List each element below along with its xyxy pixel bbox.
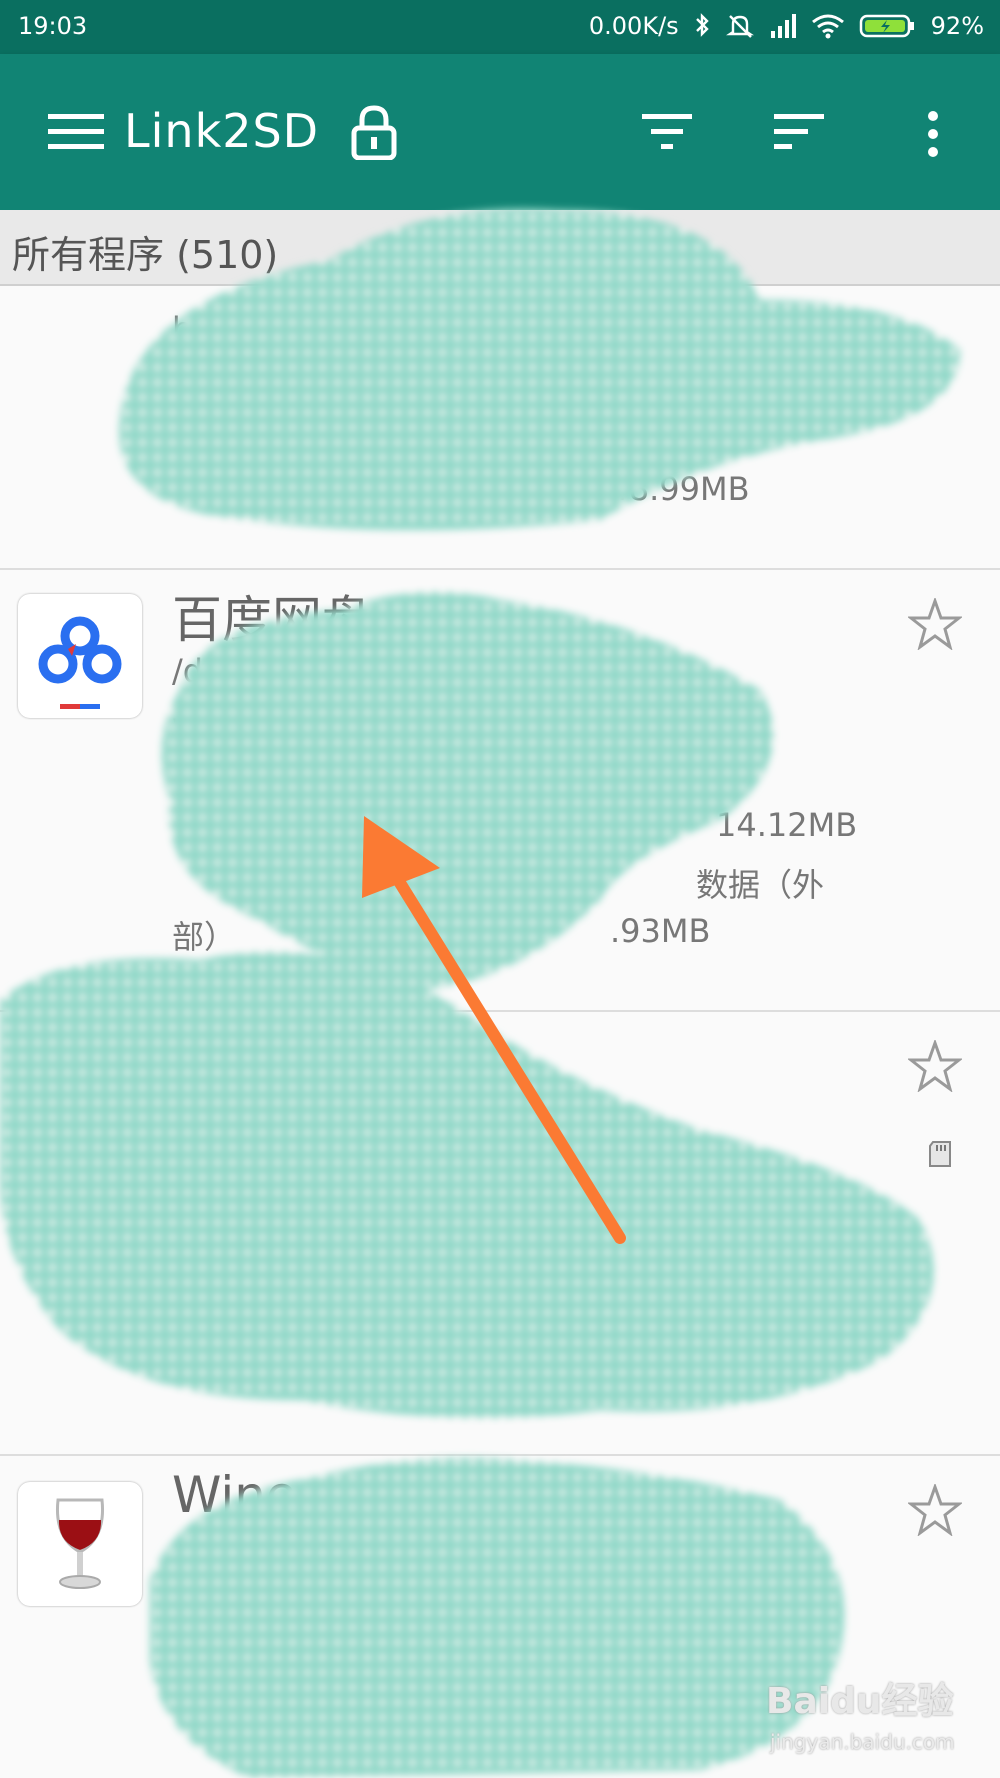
battery-percent: 92% [930,12,984,40]
wifi-icon [811,14,844,39]
app-name: 百度网盘 [172,591,372,649]
watermark-url: jingyan.baidu.com [770,1730,955,1754]
battery-icon [859,14,914,38]
bluetooth-icon [695,13,709,37]
status-bar: 19:03 0.00K/s 92% [0,0,1000,54]
item-size: 148.99MB [588,470,750,508]
item-path: /data/ [172,652,266,690]
app-name: Wine [172,1466,297,1524]
section-header: 所有程序 (510) [0,210,1000,286]
status-time: 19:03 [18,12,88,40]
menu-icon[interactable] [46,112,106,152]
sd-card-icon [929,1141,951,1167]
list-item[interactable]: 百度网盘 /data/ w 6MB Dex 14.12MB 数据（外 部） .9… [0,570,1000,1012]
item-detail: w [172,706,199,744]
section-header-label: 所有程序 (510) [12,233,279,277]
app-icon-wine [18,1482,142,1606]
item-size: 5MB [326,1592,396,1630]
item-detail: k [788,1538,807,1576]
item-path: /d [172,1538,204,1576]
list-item[interactable]: b 148.99MB [0,286,1000,570]
list-item[interactable] [0,1012,1000,1456]
item-detail: 缓存 [640,1646,705,1684]
more-options-icon[interactable] [920,110,946,158]
star-icon[interactable] [908,1040,962,1092]
item-detail: b [172,310,193,348]
app-title: Link2SD [124,104,320,158]
item-size: 14.12MB [716,806,858,844]
item-detail: 部） [172,918,237,956]
sort-icon[interactable] [772,112,828,152]
star-icon[interactable] [908,598,962,650]
watermark-brand: Baidu经验 [766,1681,954,1722]
app-icon-baidu-netdisk [18,594,142,718]
signal-icon [770,14,796,38]
item-size: .93MB [610,912,711,950]
lock-icon[interactable] [350,104,398,160]
item-detail: 数据（外 [696,866,825,904]
status-icons: 0.00K/s 92% [589,12,984,40]
star-icon[interactable] [908,1484,962,1536]
app-bar: Link2SD [0,54,1000,210]
item-detail: 6MB Dex [326,806,469,844]
mute-icon [725,15,754,38]
filter-icon[interactable] [640,112,694,152]
network-speed: 0.00K/s [588,12,679,40]
